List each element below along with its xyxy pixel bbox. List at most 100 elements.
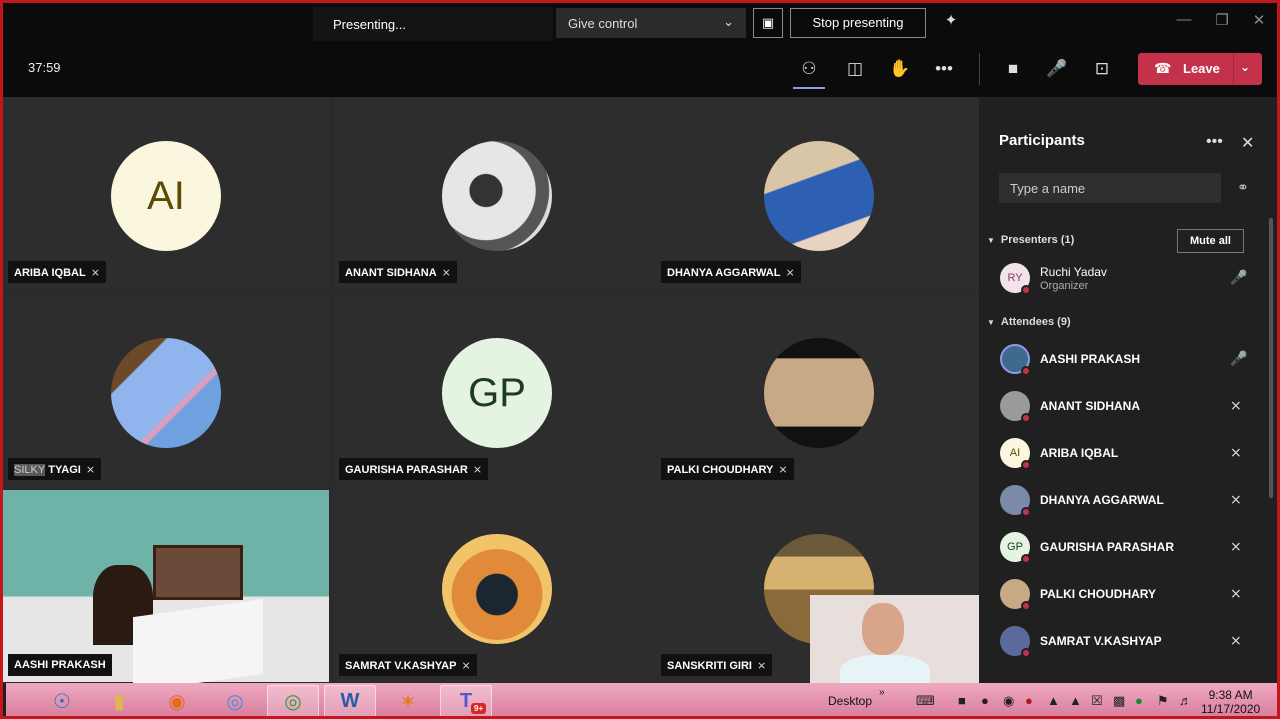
- participant-name: GAURISHA PARASHAR: [345, 464, 468, 476]
- chevron-right-icon[interactable]: »: [879, 687, 885, 698]
- mic-muted-icon: ⨯: [1230, 585, 1242, 601]
- attendees-section-header[interactable]: ▼ Attendees (9): [987, 316, 1071, 328]
- leave-button[interactable]: ☎ Leave ⌄: [1138, 53, 1262, 85]
- avatar: [764, 338, 874, 448]
- desktop-toolbar-label[interactable]: Desktop: [828, 694, 872, 708]
- participant-role: Organizer: [1040, 280, 1089, 292]
- windows-taskbar: ☉ ▮ ◉ ◎ ◎ W ✶ T 9+ Desktop » ⌨ ■ ● ◉ ● ▲ …: [6, 683, 1277, 716]
- raise-hand-icon[interactable]: ✋: [886, 57, 914, 81]
- participant-name: SAMRAT V.KASHYAP: [1040, 634, 1162, 648]
- video-tile-live[interactable]: AASHI PRAKASH: [3, 490, 329, 693]
- video-tile[interactable]: PALKI CHOUDHARY ⨯: [656, 294, 982, 486]
- participant-name: DHANYA AGGARWAL: [1040, 493, 1164, 507]
- self-video-preview[interactable]: [810, 595, 980, 683]
- pane-scrollbar[interactable]: [1269, 218, 1273, 498]
- video-tile[interactable]: SAMRAT V.KASHYAP ⨯: [334, 490, 660, 682]
- video-tile[interactable]: SILKY TYAGI ⨯: [3, 294, 329, 486]
- status-dot: [1021, 285, 1031, 295]
- avast-icon[interactable]: ✶: [382, 685, 434, 716]
- tray-app-icon[interactable]: ■: [958, 693, 966, 708]
- keyboard-icon[interactable]: ⌨: [916, 693, 935, 709]
- chrome-canary-icon[interactable]: ◎: [209, 685, 261, 716]
- tray-app-icon[interactable]: ▲: [1069, 693, 1082, 708]
- volume-icon[interactable]: ♬: [1179, 693, 1192, 708]
- tray-app-icon[interactable]: ☒: [1091, 693, 1103, 709]
- mic-on-icon: 🎤: [1230, 350, 1248, 366]
- stop-camera-share-icon[interactable]: ▣: [753, 8, 783, 38]
- participant-row[interactable]: SAMRAT V.KASHYAP ⨯: [979, 620, 1269, 662]
- participant-name: ARIBA IQBAL: [1040, 446, 1119, 460]
- give-control-dropdown[interactable]: Give control ⌄: [556, 8, 746, 38]
- video-tile[interactable]: GP GAURISHA PARASHAR ⨯: [334, 294, 660, 486]
- participant-search-input[interactable]: Type a name: [999, 173, 1221, 203]
- network-signal-icon[interactable]: ▩: [1113, 693, 1125, 709]
- participant-name: GAURISHA PARASHAR: [1040, 540, 1175, 554]
- clock-time: 9:38 AM: [1208, 688, 1253, 702]
- mic-muted-icon: ⨯: [1230, 491, 1242, 507]
- video-tile[interactable]: AI ARIBA IQBAL ⨯: [3, 97, 329, 289]
- more-actions-icon[interactable]: •••: [930, 57, 958, 81]
- participants-icon[interactable]: ⚇: [793, 57, 825, 89]
- pin-icon[interactable]: ✦: [933, 11, 969, 33]
- tray-app-icon[interactable]: ●: [1135, 693, 1143, 708]
- chevron-down-icon[interactable]: ⌄: [1240, 60, 1250, 74]
- avatar-initials: GP: [468, 370, 526, 415]
- tray-app-icon[interactable]: ▲: [1047, 693, 1060, 708]
- avatar: [442, 141, 552, 251]
- mic-muted-icon: ⨯: [85, 464, 96, 476]
- video-person: [862, 603, 904, 655]
- presenters-section-header[interactable]: ▼ Presenters (1): [987, 234, 1074, 246]
- maximize-icon[interactable]: ❐: [1204, 11, 1240, 33]
- close-window-icon[interactable]: ✕: [1241, 11, 1277, 33]
- status-dot: [1021, 648, 1031, 658]
- mic-muted-icon: ⨯: [441, 267, 451, 279]
- video-tile[interactable]: DHANYA AGGARWAL ⨯: [656, 97, 982, 289]
- participant-name: SAMRAT V.KASHYAP: [345, 660, 457, 672]
- participant-row[interactable]: PALKI CHOUDHARY ⨯: [979, 573, 1269, 615]
- share-screen-icon[interactable]: ⊡: [1088, 57, 1116, 81]
- stop-presenting-button[interactable]: Stop presenting: [790, 8, 926, 38]
- leave-divider: [1233, 53, 1234, 85]
- minimize-icon[interactable]: —: [1166, 11, 1202, 33]
- meeting-top-bar: Presenting... Give control ⌄ ▣ Stop pres…: [3, 3, 1277, 97]
- tray-app-icon[interactable]: ●: [981, 693, 989, 708]
- mute-all-button[interactable]: Mute all: [1177, 229, 1244, 253]
- status-dot: [1021, 554, 1031, 564]
- mic-muted-icon: ⨯: [778, 464, 788, 476]
- close-icon[interactable]: ✕: [1241, 133, 1254, 153]
- teams-icon[interactable]: T 9+: [440, 685, 492, 716]
- participant-name: Ruchi Yadav: [1040, 265, 1107, 279]
- video-tile[interactable]: ANANT SIDHANA ⨯: [334, 97, 660, 289]
- participant-row[interactable]: DHANYA AGGARWAL ⨯: [979, 479, 1269, 521]
- camera-icon[interactable]: ■: [999, 57, 1027, 81]
- chat-icon[interactable]: ◫: [841, 57, 869, 81]
- video-person-body: [840, 655, 930, 683]
- tray-app-icon[interactable]: ●: [1025, 693, 1033, 708]
- microphone-icon[interactable]: 🎤: [1043, 57, 1071, 81]
- caret-down-icon: ▼: [987, 318, 995, 327]
- action-center-icon[interactable]: ⚑: [1157, 693, 1169, 709]
- caret-down-icon: ▼: [987, 236, 995, 245]
- participant-row[interactable]: AI ARIBA IQBAL ⨯: [979, 432, 1269, 474]
- share-invite-icon[interactable]: ⚭: [1237, 179, 1249, 196]
- mic-on-icon: 🎤: [1230, 269, 1248, 285]
- file-explorer-icon[interactable]: ▮: [93, 685, 145, 716]
- firefox-icon[interactable]: ◉: [151, 685, 203, 716]
- status-dot: [1021, 460, 1031, 470]
- mic-muted-icon: ⨯: [1230, 444, 1242, 460]
- status-dot: [1021, 601, 1031, 611]
- participant-row[interactable]: GP GAURISHA PARASHAR ⨯: [979, 526, 1269, 568]
- more-options-icon[interactable]: •••: [1206, 133, 1223, 151]
- chrome-icon[interactable]: ◎: [267, 685, 319, 716]
- internet-explorer-icon[interactable]: ☉: [36, 685, 88, 716]
- participant-row[interactable]: RY Ruchi Yadav Organizer 🎤: [979, 257, 1269, 299]
- participant-name-tag: PALKI CHOUDHARY ⨯: [661, 458, 794, 480]
- participant-row[interactable]: AASHI PRAKASH 🎤: [979, 338, 1269, 380]
- system-clock[interactable]: 9:38 AM 11/17/2020: [1201, 688, 1260, 716]
- participant-name: PALKI CHOUDHARY: [667, 464, 774, 476]
- tray-app-icon[interactable]: ◉: [1003, 693, 1014, 709]
- participant-name-tag: AASHI PRAKASH: [8, 654, 112, 676]
- hang-up-icon: ☎: [1154, 60, 1172, 76]
- word-icon[interactable]: W: [324, 685, 376, 716]
- participant-row[interactable]: ANANT SIDHANA ⨯: [979, 385, 1269, 427]
